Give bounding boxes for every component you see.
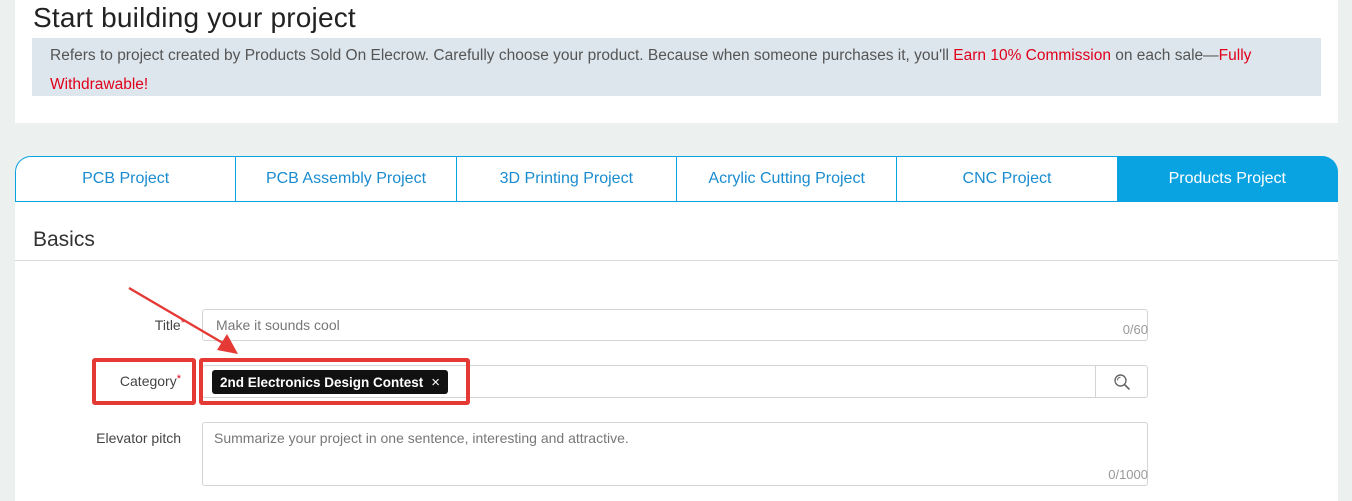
tab-cnc-project[interactable]: CNC Project (897, 156, 1118, 202)
tab-pcb-project[interactable]: PCB Project (15, 156, 237, 202)
title-counter: 0/60 (1122, 322, 1148, 337)
tab-pcb-assembly-project[interactable]: PCB Assembly Project (236, 156, 457, 202)
page-title: Start building your project (33, 2, 356, 33)
tab-products-project[interactable]: Products Project (1117, 156, 1338, 202)
tab-acrylic-cutting-project[interactable]: Acrylic Cutting Project (676, 156, 898, 202)
section-title-basics: Basics (33, 228, 95, 251)
search-icon (1113, 373, 1130, 390)
tab-3d-printing-project[interactable]: 3D Printing Project (456, 156, 677, 202)
title-label-text: Title (154, 317, 181, 333)
title-placeholder: Make it sounds cool (216, 317, 340, 333)
basics-card: Basics Title* Make it sounds cool 0/60 C… (15, 202, 1338, 501)
elevator-pitch-placeholder: Summarize your project in one sentence, … (214, 430, 629, 446)
title-required-mark: * (180, 317, 185, 329)
commission-notice: Refers to project created by Products So… (32, 38, 1321, 96)
category-search-button[interactable] (1095, 366, 1147, 397)
elevator-pitch-textarea[interactable]: Summarize your project in one sentence, … (202, 422, 1148, 486)
category-tag-highlight-box (199, 358, 470, 405)
project-type-tabs: PCB Project PCB Assembly Project 3D Prin… (15, 156, 1338, 202)
header-card: Start building your project Refers to pr… (15, 0, 1338, 123)
commission-highlight: Earn 10% Commission (953, 47, 1111, 64)
elevator-pitch-label: Elevator pitch (96, 430, 181, 446)
title-label: Title* (75, 317, 185, 333)
elevator-pitch-counter: 0/1000 (1108, 467, 1148, 482)
title-input[interactable]: Make it sounds cool 0/60 (202, 309, 1148, 341)
notice-text-1: Refers to project created by Products So… (50, 47, 954, 64)
notice-text-2: on each sale— (1110, 47, 1219, 64)
section-divider (15, 260, 1338, 261)
category-label-highlight-box (92, 358, 196, 405)
